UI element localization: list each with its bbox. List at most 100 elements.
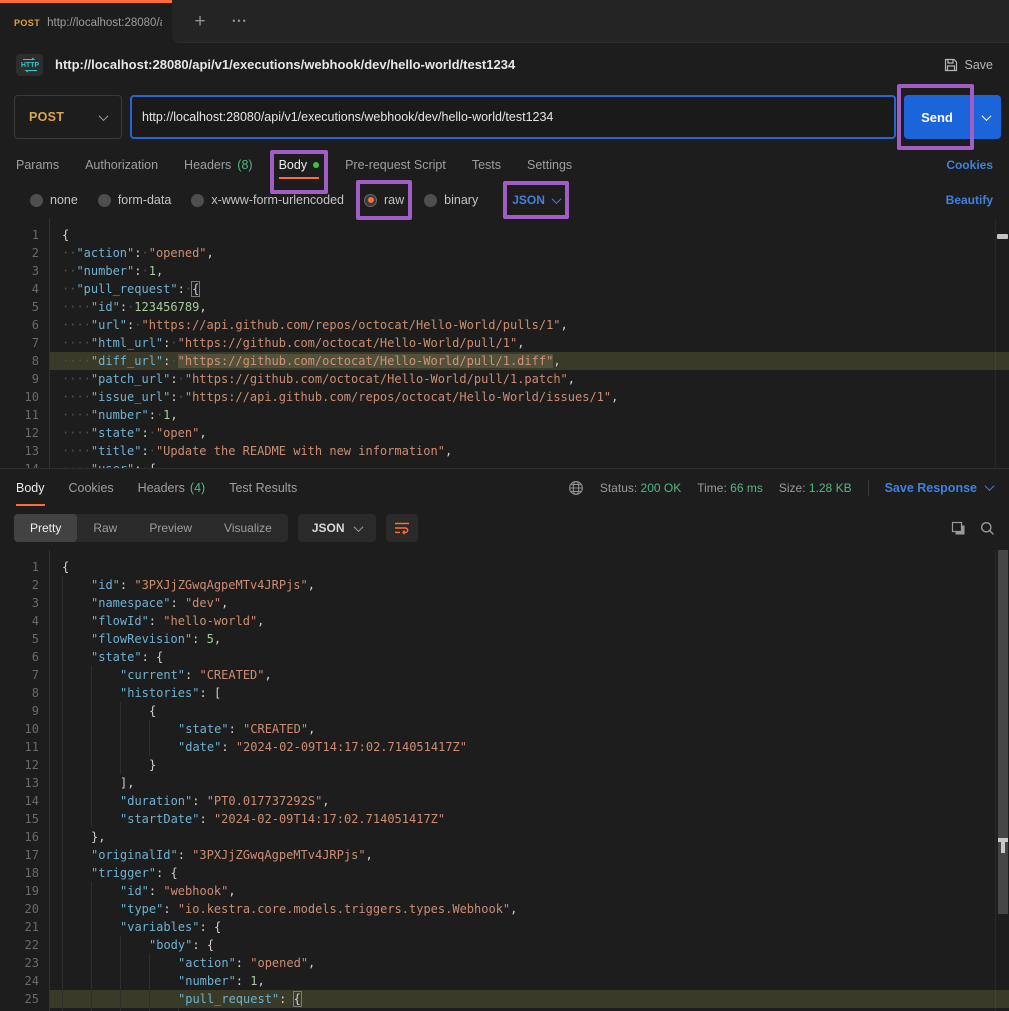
code-line[interactable]: "id": "3PXJjZGwqAgpeMTv4JRPjs", (50, 576, 1009, 594)
tab-authorization[interactable]: Authorization (85, 148, 158, 182)
code-line[interactable]: "startDate": "2024-02-09T14:17:02.714051… (50, 810, 1009, 828)
code-line[interactable]: "flowRevision": 5, (50, 630, 1009, 648)
method-select[interactable]: POST (14, 95, 122, 139)
code-line[interactable]: "variables": { (50, 918, 1009, 936)
code-line[interactable]: "number": 1, (50, 972, 1009, 990)
copy-icon[interactable] (951, 521, 966, 536)
code-line[interactable]: "namespace": "dev", (50, 594, 1009, 612)
indent-guide (91, 972, 120, 990)
code-line[interactable]: "duration": "PT0.017737292S", (50, 792, 1009, 810)
code-line[interactable]: ····"diff_url":·"https://github.com/octo… (50, 352, 1009, 370)
code-line[interactable]: ··"pull_request":·{ (50, 280, 1009, 298)
save-button[interactable]: Save (944, 58, 994, 72)
cookies-link[interactable]: Cookies (946, 158, 993, 172)
indent-guide (62, 900, 91, 918)
scrollbar-thumb[interactable] (998, 550, 1008, 914)
response-tab-cookies[interactable]: Cookies (69, 469, 114, 506)
line-number: 24 (0, 972, 49, 990)
code-line[interactable]: "histories": [ (50, 684, 1009, 702)
body-mode-form-data[interactable]: form-data (98, 193, 172, 207)
code-line[interactable]: "id": "webhook", (50, 882, 1009, 900)
body-mode-binary[interactable]: binary (424, 193, 478, 207)
code-line[interactable]: "state": "CREATED", (50, 720, 1009, 738)
code-line[interactable]: { (50, 226, 1009, 244)
body-mode-label: x-www-form-urlencoded (211, 193, 344, 207)
json-punctuation: : (178, 282, 185, 296)
body-mode-raw[interactable]: raw (364, 193, 404, 207)
code-line[interactable]: "trigger": { (50, 864, 1009, 882)
tab-pre-request-script[interactable]: Pre-request Script (345, 148, 446, 182)
code-line[interactable]: } (50, 756, 1009, 774)
code-line[interactable]: "current": "CREATED", (50, 666, 1009, 684)
tab-headers[interactable]: Headers(8) (184, 148, 253, 182)
code-line[interactable]: ····"url":·"https://api.github.com/repos… (50, 316, 1009, 334)
save-response-button[interactable]: Save Response (885, 481, 993, 495)
request-body-editor[interactable]: 1234567891011121314 {··"action":·"opened… (0, 218, 1009, 468)
view-tab-raw[interactable]: Raw (77, 514, 133, 542)
code-line[interactable]: "type": "io.kestra.core.models.triggers.… (50, 900, 1009, 918)
body-mode-none[interactable]: none (30, 193, 78, 207)
code-line[interactable]: ····"html_url":·"https://github.com/octo… (50, 334, 1009, 352)
json-string: "opened" (250, 956, 308, 970)
more-tabs-button[interactable]: ••• (224, 6, 256, 36)
response-language-select[interactable]: JSON (298, 514, 376, 542)
code-line[interactable]: ····"user":·{ (50, 460, 1009, 468)
code-line[interactable]: "body": { (50, 936, 1009, 954)
json-punctuation: , (561, 318, 568, 332)
send-button[interactable]: Send (904, 95, 970, 139)
beautify-link[interactable]: Beautify (946, 193, 993, 207)
body-mode-x-www-form-urlencoded[interactable]: x-www-form-urlencoded (191, 193, 344, 207)
tab-tests[interactable]: Tests (472, 148, 501, 182)
view-tab-preview[interactable]: Preview (133, 514, 208, 542)
code-line[interactable]: ··"number":·1, (50, 262, 1009, 280)
code-line[interactable]: "flowId": "hello-world", (50, 612, 1009, 630)
response-editor-scrollbar[interactable] (995, 550, 1009, 1011)
code-line[interactable]: ····"issue_url":·"https://api.github.com… (50, 388, 1009, 406)
tab-body[interactable]: Body (279, 148, 320, 182)
code-line[interactable]: "date": "2024-02-09T14:17:02.714051417Z" (50, 738, 1009, 756)
code-line[interactable]: ], (50, 774, 1009, 792)
url-input[interactable] (130, 95, 896, 139)
code-line[interactable]: { (50, 558, 1009, 576)
code-line[interactable]: "pull_request": { (50, 990, 1009, 1008)
new-tab-button[interactable]: + (184, 6, 216, 36)
code-line[interactable]: "originalId": "3PXJjZGwqAgpeMTv4JRPjs", (50, 846, 1009, 864)
code-line[interactable]: { (50, 702, 1009, 720)
whitespace-dots: ···· (62, 444, 91, 458)
indent-guide (120, 954, 149, 972)
json-punctuation: : (170, 596, 184, 610)
code-line[interactable]: ····"id":·123456789, (50, 298, 1009, 316)
view-tab-pretty[interactable]: Pretty (14, 514, 77, 542)
response-body-editor[interactable]: 1234567891011121314151617181920212223242… (0, 550, 1009, 1011)
json-punctuation: : (141, 426, 148, 440)
search-icon[interactable] (980, 521, 995, 536)
response-editor-code[interactable]: {"id": "3PXJjZGwqAgpeMTv4JRPjs","namespa… (50, 550, 1009, 1011)
code-line[interactable]: ····"patch_url":·"https://github.com/oct… (50, 370, 1009, 388)
body-language-select[interactable]: JSON (512, 193, 560, 207)
tab-params[interactable]: Params (16, 148, 59, 182)
code-line[interactable]: ··"action":·"opened", (50, 244, 1009, 262)
response-tab-headers[interactable]: Headers(4) (138, 469, 206, 506)
indent-guide (91, 882, 120, 900)
send-options-button[interactable] (971, 95, 1001, 139)
json-string: "https://api.github.com/repos/octocat/He… (185, 390, 611, 404)
indent-guide (62, 684, 91, 702)
code-line[interactable]: ····"state":·"open", (50, 424, 1009, 442)
response-tab-test-results[interactable]: Test Results (229, 469, 297, 506)
json-punctuation: : (141, 444, 148, 458)
code-line[interactable]: }, (50, 828, 1009, 846)
indent-guide (62, 630, 91, 648)
view-tab-visualize[interactable]: Visualize (208, 514, 288, 542)
response-tab-body[interactable]: Body (16, 469, 45, 506)
request-editor-scrollbar[interactable] (995, 218, 1009, 468)
whitespace-dots: ···· (62, 300, 91, 314)
request-tab[interactable]: POST http://localhost:28080/a (0, 0, 172, 43)
code-line[interactable]: ····"number":·1, (50, 406, 1009, 424)
tab-settings[interactable]: Settings (527, 148, 572, 182)
request-url-row: POST Send (0, 86, 1009, 148)
code-line[interactable]: "state": { (50, 648, 1009, 666)
code-line[interactable]: "action": "opened", (50, 954, 1009, 972)
request-editor-code[interactable]: {··"action":·"opened",··"number":·1,··"p… (50, 218, 1009, 468)
code-line[interactable]: ····"title":·"Update the README with new… (50, 442, 1009, 460)
wrap-lines-button[interactable] (386, 514, 418, 542)
